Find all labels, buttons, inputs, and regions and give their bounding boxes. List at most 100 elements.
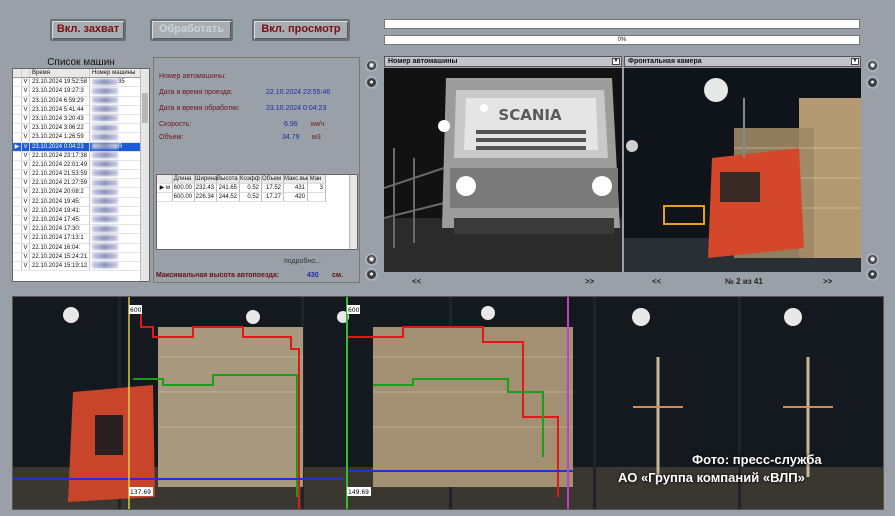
car-list-row[interactable]: V 22.10.2024 16:04: xyxy=(13,243,149,253)
right-camera-stop-button[interactable]: ● xyxy=(866,268,879,281)
redacted-number xyxy=(92,161,118,168)
row-check[interactable]: V xyxy=(22,179,30,188)
right-camera-next-button[interactable]: >> xyxy=(823,277,832,286)
left-camera-record-button[interactable]: ● xyxy=(365,76,378,89)
redacted-number xyxy=(92,87,118,94)
left-camera-next-button[interactable]: >> xyxy=(585,277,594,286)
row-check[interactable]: V xyxy=(22,206,30,215)
row-check[interactable]: V xyxy=(22,96,30,105)
row-check[interactable]: V xyxy=(22,216,30,225)
measure-cell: 600.00 xyxy=(173,193,195,202)
speed-value: 6.96 xyxy=(284,121,298,128)
left-camera-toggle-button[interactable]: ◉ xyxy=(365,59,378,72)
left-camera-stop-button[interactable]: ● xyxy=(365,268,378,281)
right-camera-play-button[interactable]: ◉ xyxy=(866,253,879,266)
passage-label: Дата и время проезда: xyxy=(159,89,233,96)
car-list-row[interactable]: V 23.10.2024 19:52:58 35 xyxy=(13,78,149,88)
row-time: 22.10.2024 15:19:12 xyxy=(30,261,90,271)
car-list-row[interactable]: V 22.10.2024 15:19:12 xyxy=(13,261,149,272)
car-list-row[interactable]: V 23.10.2024 6:59:29 xyxy=(13,96,149,106)
row-check[interactable]: V xyxy=(22,252,30,261)
chevron-down-icon[interactable]: ▼ xyxy=(851,58,859,65)
car-list-row[interactable]: V 22.10.2024 19:45: xyxy=(13,197,149,207)
car-list-row[interactable]: ▶ V 23.10.2024 0:04:23 R xyxy=(13,142,149,152)
col-time-header[interactable]: Время xyxy=(30,69,90,78)
car-list-row[interactable]: V 22.10.2024 21:27:59 xyxy=(13,179,149,189)
car-list-row[interactable]: V 22.10.2024 22:01:49 xyxy=(13,160,149,171)
car-list-row[interactable]: V 23.10.2024 3:20:43 xyxy=(13,114,149,125)
right-camera-selector[interactable]: Фронтальная камера ▼ xyxy=(624,56,861,67)
car-list-row[interactable]: V 23.10.2024 19:27:3 xyxy=(13,87,149,97)
redacted-number xyxy=(92,152,118,159)
measure-row[interactable]: 600.00 226.34 244.52 0.52 17.27 420 xyxy=(157,193,357,202)
speed-unit: км/ч xyxy=(311,121,325,128)
chevron-down-icon[interactable]: ▼ xyxy=(612,58,620,65)
scrollbar-thumb[interactable] xyxy=(142,93,148,123)
left-camera-prev-button[interactable]: << xyxy=(412,277,421,286)
details-link[interactable]: подробно... xyxy=(284,258,321,265)
left-camera-play-button[interactable]: ◉ xyxy=(365,253,378,266)
car-list-row[interactable]: V 23.10.2024 5:41:44 xyxy=(13,105,149,115)
row-time: 22.10.2024 23:17:38 xyxy=(30,151,90,160)
measure-row[interactable]: ▶ м 600.00 232.43 241.65 0.52 17.52 431 3 xyxy=(157,184,357,193)
row-number xyxy=(90,253,138,261)
car-list[interactable]: Время Номер машины V 23.10.2024 19:52:58 3… xyxy=(12,68,150,282)
row-check[interactable]: V xyxy=(22,170,30,179)
row-check[interactable]: V xyxy=(22,188,30,197)
row-check[interactable]: V xyxy=(22,160,30,170)
car-list-row[interactable]: V 22.10.2024 17:30: xyxy=(13,225,149,235)
col-number-header[interactable]: Номер машины xyxy=(90,69,138,77)
measure-cell: 241.65 xyxy=(217,184,240,193)
view-button[interactable]: Вкл. просмотр xyxy=(252,19,350,41)
row-pointer xyxy=(13,234,22,243)
progress-bar: 0% xyxy=(384,35,860,45)
volume-value: 34.79 xyxy=(282,134,300,141)
car-list-row[interactable]: V 22.10.2024 20:08:2 xyxy=(13,188,149,198)
car-list-row[interactable]: V 23.10.2024 3:06:22 xyxy=(13,124,149,134)
car-list-row[interactable]: V 22.10.2024 17:13:1 xyxy=(13,234,149,244)
left-camera-selector[interactable]: Номер автомашины ▼ xyxy=(384,56,622,67)
process-button[interactable]: Обработать xyxy=(150,19,233,41)
row-check[interactable]: V xyxy=(22,78,30,87)
progress-text: 0% xyxy=(617,37,627,43)
car-list-row[interactable]: V 22.10.2024 23:17:38 xyxy=(13,151,149,161)
row-check[interactable]: V xyxy=(22,133,30,142)
scan-label-a-bottom: 137.69 xyxy=(130,489,151,496)
row-check[interactable]: V xyxy=(22,225,30,234)
right-camera-record-button[interactable]: ● xyxy=(866,76,879,89)
right-camera-title: Фронтальная камера xyxy=(628,58,702,65)
redacted-number xyxy=(92,142,118,149)
redacted-number xyxy=(92,225,118,232)
volume-label: Объем: xyxy=(159,134,184,141)
scan-label-b-top: 600 xyxy=(348,307,360,314)
left-camera-view: SCANIA xyxy=(384,68,622,272)
right-camera-prev-button[interactable]: << xyxy=(652,277,661,286)
row-pointer xyxy=(13,160,22,170)
car-list-row[interactable]: V 22.10.2024 15:24:21 xyxy=(13,252,149,262)
row-check[interactable]: V xyxy=(22,197,30,206)
car-list-row[interactable]: V 22.10.2024 19:41: xyxy=(13,206,149,216)
row-check[interactable]: V xyxy=(22,124,30,133)
measurements-table[interactable]: Длина Ширина Высота Коэфф Объем Макс.выс Ман ▶ … xyxy=(156,174,358,250)
redacted-number xyxy=(92,253,118,260)
row-number xyxy=(90,262,138,270)
car-list-scrollbar[interactable] xyxy=(140,69,149,281)
right-camera-toggle-button[interactable]: ◉ xyxy=(866,59,879,72)
car-list-row[interactable]: V 22.10.2024 17:45: xyxy=(13,216,149,226)
row-pointer xyxy=(13,179,22,188)
row-check[interactable]: V xyxy=(22,261,30,271)
row-check[interactable]: V xyxy=(22,243,30,252)
row-check[interactable]: V xyxy=(22,151,30,160)
row-check[interactable]: V xyxy=(22,234,30,243)
row-pointer xyxy=(13,252,22,261)
left-camera-title: Номер автомашины xyxy=(388,58,458,65)
table-scrollbar[interactable] xyxy=(349,175,357,249)
row-check[interactable]: V xyxy=(22,105,30,114)
capture-button[interactable]: Вкл. захват xyxy=(50,19,126,41)
row-check[interactable]: V xyxy=(22,142,30,151)
row-check[interactable]: V xyxy=(22,87,30,96)
row-check[interactable]: V xyxy=(22,114,30,124)
progress-bar-top xyxy=(384,19,860,29)
car-list-row[interactable]: V 22.10.2024 21:53:59 xyxy=(13,170,149,180)
car-list-row[interactable]: V 23.10.2024 1:26:59 xyxy=(13,133,149,143)
